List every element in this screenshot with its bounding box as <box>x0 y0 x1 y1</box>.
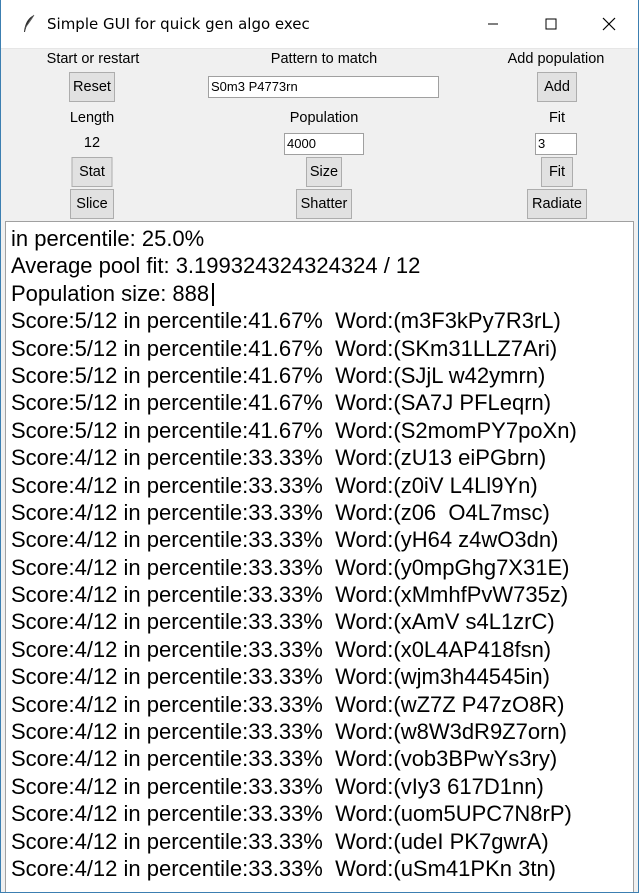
minimize-button[interactable] <box>464 0 522 48</box>
shatter-button[interactable]: Shatter <box>296 189 352 219</box>
output-line: Score:4/12 in percentile:33.33% Word:(w8… <box>11 719 567 745</box>
output-line: Score:4/12 in percentile:33.33% Word:(xM… <box>11 582 569 608</box>
output-line: Score:5/12 in percentile:41.67% Word:(m3… <box>11 308 561 334</box>
output-line: Population size: 888 <box>11 280 210 306</box>
output-line: Score:5/12 in percentile:41.67% Word:(SJ… <box>11 362 546 388</box>
output-line: Score:4/12 in percentile:33.33% Word:(zU… <box>11 445 547 471</box>
output-line: Average pool fit: 3.199324324324324 / 12 <box>11 253 421 279</box>
control-panel: Start or restart Pattern to match Add po… <box>1 49 638 221</box>
output-line: Score:4/12 in percentile:33.33% Word:(z0… <box>11 472 538 498</box>
fit-label: Fit <box>548 110 566 126</box>
output-line: Score:4/12 in percentile:33.33% Word:(z0… <box>11 499 550 525</box>
output-line: Score:4/12 in percentile:33.33% Word:(wj… <box>11 664 550 690</box>
length-value: 12 <box>83 135 101 151</box>
reset-button[interactable]: Reset <box>69 72 115 102</box>
add-button[interactable]: Add <box>537 72 577 102</box>
population-label: Population <box>289 110 359 126</box>
fit-input[interactable]: 3 <box>535 133 577 155</box>
output-line: Score:4/12 in percentile:33.33% Word:(uS… <box>11 855 557 881</box>
maximize-button[interactable] <box>522 0 580 48</box>
text-caret <box>212 283 215 307</box>
pattern-label: Pattern to match <box>270 51 378 67</box>
output-line: Score:4/12 in percentile:33.33% Word:(vI… <box>11 773 544 799</box>
output-text-area[interactable]: in percentile: 25.0% Average pool fit: 3… <box>5 221 634 892</box>
window-title: Simple GUI for quick gen algo exec <box>47 15 310 33</box>
maximize-icon <box>545 18 557 30</box>
app-window: Simple GUI for quick gen algo exec Start… <box>0 0 639 893</box>
output-line: Score:4/12 in percentile:33.33% Word:(x0… <box>11 636 552 662</box>
output-line: Score:4/12 in percentile:33.33% Word:(xA… <box>11 609 555 635</box>
output-line: Score:5/12 in percentile:41.67% Word:(SA… <box>11 390 552 416</box>
output-line: Score:4/12 in percentile:33.33% Word:(wZ… <box>11 691 565 717</box>
output-line: Score:4/12 in percentile:33.33% Word:(yH… <box>11 527 559 553</box>
size-button[interactable]: Size <box>306 157 342 187</box>
output-line: Score:4/12 in percentile:33.33% Word:(vo… <box>11 746 558 772</box>
output-line: Score:5/12 in percentile:41.67% Word:(SK… <box>11 335 558 361</box>
output-line: Score:4/12 in percentile:33.33% Word:(uo… <box>11 801 572 827</box>
title-bar[interactable]: Simple GUI for quick gen algo exec <box>1 0 638 49</box>
pattern-input[interactable]: S0m3 P4773rn <box>208 76 439 98</box>
minimize-icon <box>488 23 498 25</box>
output-line: Score:4/12 in percentile:33.33% Word:(ud… <box>11 828 549 854</box>
feather-icon <box>15 10 43 38</box>
length-label: Length <box>69 110 115 126</box>
radiate-button[interactable]: Radiate <box>527 189 587 219</box>
output-line-with-caret: Population size: 888 <box>11 280 633 307</box>
close-button[interactable] <box>580 0 638 48</box>
output-line: Score:4/12 in percentile:33.33% Word:(y0… <box>11 554 570 580</box>
slice-button[interactable]: Slice <box>70 189 114 219</box>
start-restart-label: Start or restart <box>46 51 140 67</box>
stat-button[interactable]: Stat <box>71 157 113 187</box>
fit-button[interactable]: Fit <box>541 157 573 187</box>
output-line: Score:5/12 in percentile:41.67% Word:(S2… <box>11 417 577 443</box>
close-icon <box>602 17 616 31</box>
add-population-label: Add population <box>507 51 605 67</box>
population-input[interactable]: 4000 <box>284 133 364 155</box>
output-line: in percentile: 25.0% <box>11 226 205 251</box>
